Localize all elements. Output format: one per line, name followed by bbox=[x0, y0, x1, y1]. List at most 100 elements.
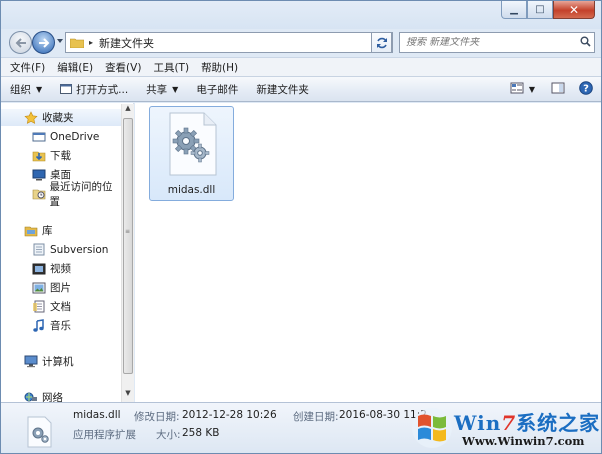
navigation-pane-scrollbar[interactable]: ▲ ≡ ▼ bbox=[121, 104, 134, 402]
sidebar-item-computer[interactable]: 计算机 bbox=[1, 353, 121, 370]
scrollbar-thumb[interactable] bbox=[123, 118, 133, 374]
organize-button[interactable]: 组织 ▼ bbox=[10, 82, 42, 97]
change-view-icon[interactable] bbox=[510, 82, 524, 97]
recent-pages-dropdown[interactable] bbox=[57, 39, 63, 43]
details-size-value: 258 KB bbox=[182, 427, 220, 439]
sidebar-item-label: 计算机 bbox=[42, 356, 74, 368]
folder-icon bbox=[69, 37, 85, 49]
menu-bar: 文件(F) 编辑(E) 查看(V) 工具(T) 帮助(H) bbox=[1, 57, 601, 76]
details-file-type: 应用程序扩展 bbox=[73, 429, 136, 441]
watermark-url: Www.Winwin7.com bbox=[462, 434, 585, 448]
sidebar-item-label: 下载 bbox=[50, 150, 71, 162]
navigation-pane: 收藏夹 OneDrive 下载 桌面 最近访问的位置 库 Subversion … bbox=[1, 103, 134, 404]
sidebar-item-label: 库 bbox=[42, 225, 53, 237]
sidebar-item-label: 音乐 bbox=[50, 320, 71, 332]
refresh-button[interactable] bbox=[371, 32, 392, 53]
dll-file-icon bbox=[25, 416, 55, 448]
sidebar-item-onedrive[interactable]: OneDrive bbox=[1, 128, 121, 145]
documents-icon bbox=[31, 300, 47, 314]
email-label: 电子邮件 bbox=[196, 83, 239, 96]
music-icon bbox=[31, 318, 47, 333]
title-bar: ▁ □ ✕ bbox=[1, 1, 601, 29]
minimize-button[interactable]: ▁ bbox=[501, 1, 527, 19]
view-controls: ▼ ? bbox=[500, 81, 593, 98]
close-button[interactable]: ✕ bbox=[553, 1, 595, 19]
star-icon bbox=[23, 110, 39, 125]
watermark: Win7系统之家 Www.Winwin7.com bbox=[406, 404, 601, 452]
sidebar-item-music[interactable]: 音乐 bbox=[1, 317, 121, 334]
forward-arrow-icon bbox=[38, 37, 49, 48]
sidebar-item-favorites[interactable]: 收藏夹 bbox=[1, 109, 121, 126]
recent-places-icon bbox=[31, 187, 47, 201]
sidebar-item-label: 视频 bbox=[50, 263, 71, 275]
organize-label: 组织 bbox=[10, 83, 31, 96]
sidebar-item-recent-places[interactable]: 最近访问的位置 bbox=[1, 181, 121, 208]
sidebar-item-subversion[interactable]: Subversion bbox=[1, 241, 121, 258]
sidebar-item-videos[interactable]: 视频 bbox=[1, 260, 121, 277]
sidebar-item-label: OneDrive bbox=[50, 130, 100, 143]
sidebar-item-pictures[interactable]: 图片 bbox=[1, 279, 121, 296]
maximize-icon: □ bbox=[535, 3, 545, 15]
sidebar-item-label: Subversion bbox=[50, 243, 109, 256]
open-with-button[interactable]: 打开方式... bbox=[60, 82, 128, 97]
preview-pane-icon[interactable] bbox=[551, 82, 565, 97]
new-folder-button[interactable]: 新建文件夹 bbox=[256, 82, 309, 97]
refresh-icon bbox=[376, 37, 387, 48]
details-modified-label: 修改日期: bbox=[134, 411, 180, 423]
share-button[interactable]: 共享 ▼ bbox=[146, 82, 178, 97]
menu-tools[interactable]: 工具(T) bbox=[153, 60, 189, 75]
sidebar-item-label: 图片 bbox=[50, 282, 71, 294]
help-icon[interactable]: ? bbox=[579, 81, 593, 98]
computer-icon bbox=[23, 355, 39, 369]
email-button[interactable]: 电子邮件 bbox=[196, 82, 238, 97]
menu-edit[interactable]: 编辑(E) bbox=[57, 60, 93, 75]
breadcrumb-separator-icon[interactable]: ▸ bbox=[89, 38, 93, 47]
scroll-up-icon[interactable]: ▲ bbox=[122, 104, 134, 117]
new-folder-label: 新建文件夹 bbox=[256, 83, 309, 96]
address-bar[interactable]: ▸ 新建文件夹 ▼ bbox=[65, 32, 393, 53]
share-label: 共享 bbox=[146, 83, 168, 96]
menu-help[interactable]: 帮助(H) bbox=[201, 60, 238, 75]
library-folder-icon bbox=[31, 243, 47, 257]
scroll-down-icon[interactable]: ▼ bbox=[122, 389, 134, 402]
sidebar-item-libraries[interactable]: 库 bbox=[1, 222, 121, 239]
sidebar-item-label: 收藏夹 bbox=[42, 112, 74, 124]
sidebar-item-documents[interactable]: 文档 bbox=[1, 298, 121, 315]
maximize-button[interactable]: □ bbox=[527, 1, 553, 19]
open-with-icon bbox=[60, 84, 73, 94]
file-item[interactable]: midas.dll bbox=[149, 106, 234, 201]
menu-file[interactable]: 文件(F) bbox=[10, 60, 45, 75]
navigation-row: ▸ 新建文件夹 ▼ bbox=[1, 29, 601, 55]
search-input[interactable] bbox=[400, 37, 576, 48]
libraries-icon bbox=[23, 224, 39, 238]
file-name: midas.dll bbox=[167, 184, 216, 196]
minimize-icon: ▁ bbox=[510, 3, 518, 15]
chevron-down-icon: ▼ bbox=[36, 84, 43, 94]
search-box[interactable] bbox=[399, 32, 595, 53]
details-size-label: 大小: bbox=[156, 429, 181, 441]
details-created-label: 创建日期: bbox=[293, 411, 339, 423]
scroll-grip-icon: ≡ bbox=[125, 228, 131, 235]
details-file-name: midas.dll bbox=[73, 409, 121, 421]
search-icon[interactable] bbox=[576, 36, 594, 50]
chevron-down-icon: ▼ bbox=[172, 84, 179, 94]
watermark-title: Win7系统之家 bbox=[454, 411, 601, 435]
videos-icon bbox=[31, 262, 47, 276]
breadcrumb-current-folder[interactable]: 新建文件夹 bbox=[99, 35, 378, 51]
menu-view[interactable]: 查看(V) bbox=[105, 60, 141, 75]
svg-text:?: ? bbox=[583, 84, 589, 95]
downloads-icon bbox=[31, 149, 47, 163]
desktop-icon bbox=[31, 168, 47, 182]
onedrive-icon bbox=[31, 130, 47, 144]
close-icon: ✕ bbox=[568, 2, 580, 17]
back-button[interactable] bbox=[9, 31, 32, 54]
explorer-window: ▁ □ ✕ ▸ 新建文件夹 ▼ bbox=[0, 0, 602, 454]
pictures-icon bbox=[31, 281, 47, 295]
caption-buttons: ▁ □ ✕ bbox=[501, 1, 595, 19]
sidebar-item-downloads[interactable]: 下载 bbox=[1, 147, 121, 164]
forward-button[interactable] bbox=[32, 31, 55, 54]
command-bar: 组织 ▼ 打开方式... 共享 ▼ 电子邮件 新建文件夹 ▼ ? bbox=[1, 76, 601, 102]
open-with-label: 打开方式... bbox=[76, 83, 129, 96]
windows-logo-icon bbox=[412, 408, 452, 448]
view-chevron-down-icon[interactable]: ▼ bbox=[529, 85, 535, 94]
